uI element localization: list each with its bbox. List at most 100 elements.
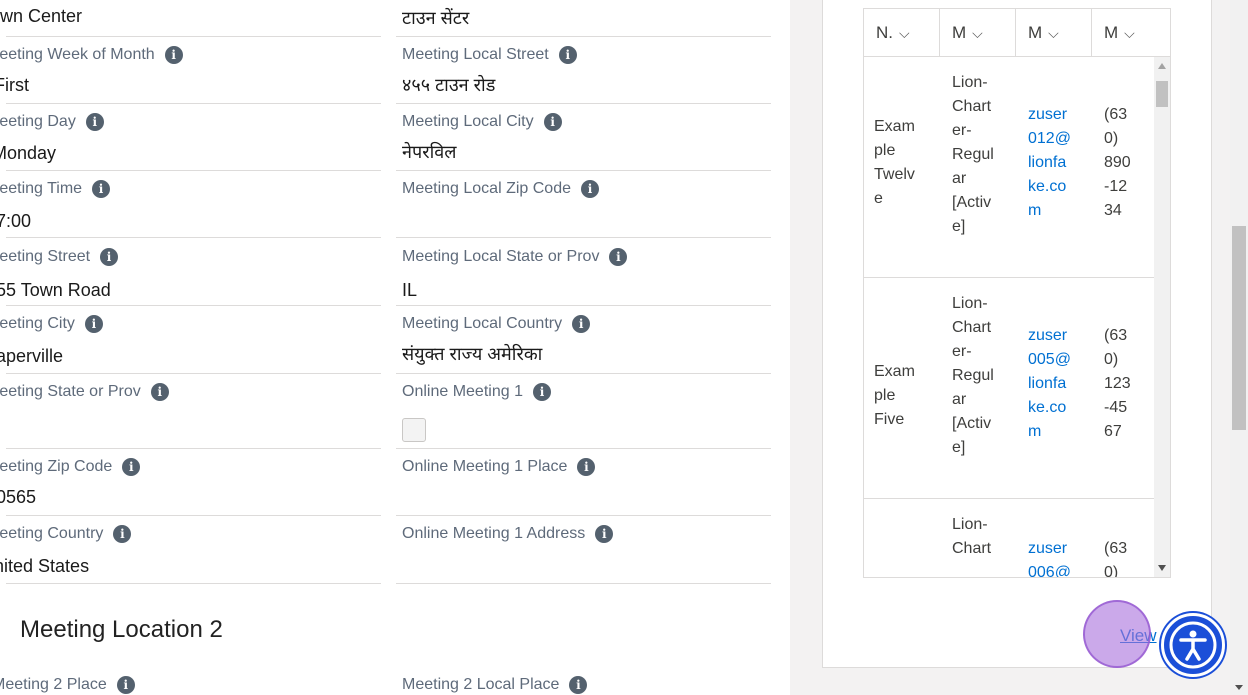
field-value: ४५५ टाउन रोड bbox=[402, 75, 496, 95]
cell-email-link[interactable]: zuser 006@ bbox=[1028, 537, 1071, 577]
page-scroll-down-icon[interactable] bbox=[1235, 685, 1243, 690]
field-online-meeting-1: Online Meeting 1i bbox=[396, 374, 771, 449]
field-meeting-week-of-month: Meeting Week of Monthi First bbox=[0, 37, 381, 104]
table-row: Exam ple Five Lion- Chart er- Regul ar [… bbox=[864, 278, 1156, 499]
field-value: 55 Town Road bbox=[0, 280, 111, 300]
info-icon[interactable]: i bbox=[92, 180, 111, 198]
info-icon[interactable]: i bbox=[116, 676, 135, 694]
page-scroll-thumb[interactable] bbox=[1232, 226, 1246, 430]
field-online-meeting-1-place: Online Meeting 1 Place i bbox=[396, 449, 771, 516]
field-town-center: own Center bbox=[0, 0, 381, 37]
field-value: Monday bbox=[0, 143, 57, 163]
field-meeting-local-state-or-prov: Meeting Local State or Prov i IL bbox=[396, 238, 771, 306]
field-label: Meeting Dayi bbox=[0, 113, 104, 131]
field-label: Meeting Local Zip Code i bbox=[402, 180, 599, 198]
chevron-down-icon[interactable]: ⌵ bbox=[1124, 25, 1135, 42]
field-label: Meeting Countryi bbox=[0, 525, 132, 543]
record-detail-panel: own Center Meeting Week of Monthi First … bbox=[0, 0, 790, 695]
field-meeting-state-or-prov: Meeting State or Prov i bbox=[0, 374, 381, 449]
column-header-name[interactable]: N. ⌵ bbox=[864, 9, 940, 57]
field-value: 7:00 bbox=[0, 211, 32, 231]
info-icon[interactable]: i bbox=[164, 46, 183, 64]
table-scrollbar[interactable] bbox=[1154, 57, 1170, 577]
cell-membership: Lion- Chart er- Regul ar [Activ e] bbox=[952, 295, 994, 456]
info-icon[interactable]: i bbox=[572, 315, 591, 333]
field-value: टाउन सेंटर bbox=[402, 8, 470, 28]
field-label: Meeting Local Street i bbox=[402, 46, 577, 64]
field-label: Meeting Local Country i bbox=[402, 315, 591, 333]
cell-email-link[interactable]: zuser 012@ lionfa ke.co m bbox=[1028, 103, 1071, 223]
cell-membership: Lion- Chart bbox=[952, 516, 992, 557]
field-value: nited States bbox=[0, 556, 90, 576]
column-header-phone[interactable]: M ⌵ bbox=[1092, 9, 1168, 57]
field-label: Online Meeting 1i bbox=[402, 383, 551, 401]
click-indicator bbox=[1083, 600, 1151, 668]
field-meeting-local-street: Meeting Local Street i ४५५ टाउन रोड bbox=[396, 37, 771, 104]
field-meeting-local-zip-code: Meeting Local Zip Code i bbox=[396, 171, 771, 238]
field-value: First bbox=[0, 75, 29, 95]
cell-phone: (63 0) bbox=[1104, 540, 1128, 578]
field-meeting-day: Meeting Dayi Monday bbox=[0, 104, 381, 171]
info-icon[interactable]: i bbox=[595, 525, 614, 543]
cell-phone: (63 0) 123 -45 67 bbox=[1104, 327, 1131, 440]
field-meeting-time: Meeting Timei 7:00 bbox=[0, 171, 381, 238]
info-icon[interactable]: i bbox=[569, 676, 588, 694]
info-icon[interactable]: i bbox=[609, 248, 628, 266]
field-label-meeting-2-local-place: Meeting 2 Local Place i bbox=[402, 676, 588, 694]
info-icon[interactable]: i bbox=[577, 458, 596, 476]
accessibility-icon bbox=[1169, 621, 1217, 669]
field-meeting-city: Meeting Cityi aperville bbox=[0, 306, 381, 374]
related-members-table: N. ⌵ M ⌵ M ⌵ M ⌵ Exam ple Twelv e Lion- Char… bbox=[863, 8, 1171, 578]
scroll-thumb[interactable] bbox=[1156, 81, 1168, 107]
cell-email-link[interactable]: zuser 005@ lionfa ke.co m bbox=[1028, 324, 1071, 444]
field-meeting-local-country: Meeting Local Country i संयुक्त राज्य अमे… bbox=[396, 306, 771, 374]
field-value: नेपरविल bbox=[402, 142, 457, 162]
table-row: Exam ple Twelv e Lion- Chart er- Regul a… bbox=[864, 57, 1156, 278]
info-icon[interactable]: i bbox=[580, 180, 599, 198]
field-value: IL bbox=[402, 280, 418, 300]
cell-membership: Lion- Chart er- Regul ar [Activ e] bbox=[952, 74, 994, 235]
cell-name: Exam ple Five bbox=[874, 363, 915, 428]
field-value: own Center bbox=[0, 6, 83, 26]
scroll-down-icon[interactable] bbox=[1158, 565, 1166, 571]
info-icon[interactable]: i bbox=[84, 315, 103, 333]
field-label: Meeting Timei bbox=[0, 180, 111, 198]
chevron-down-icon[interactable]: ⌵ bbox=[972, 25, 983, 42]
info-icon[interactable]: i bbox=[558, 46, 577, 64]
info-icon[interactable]: i bbox=[122, 458, 141, 476]
scroll-up-icon[interactable] bbox=[1158, 63, 1166, 69]
field-label: Meeting Week of Month i bbox=[0, 46, 183, 64]
page-scrollbar[interactable] bbox=[1230, 0, 1248, 695]
chevron-down-icon[interactable]: ⌵ bbox=[899, 25, 910, 42]
field-value: aperville bbox=[0, 346, 64, 366]
cell-name: Exam ple Twelv e bbox=[874, 118, 915, 207]
info-icon[interactable]: i bbox=[113, 525, 132, 543]
field-meeting-zip-code: Meeting Zip Codei 0565 bbox=[0, 449, 381, 516]
info-icon[interactable]: i bbox=[532, 383, 551, 401]
field-label: Meeting Zip Codei bbox=[0, 458, 141, 476]
accessibility-button[interactable] bbox=[1161, 613, 1225, 677]
field-meeting-local-city: Meeting Local City i नेपरविल bbox=[396, 104, 771, 171]
field-label: Online Meeting 1 Address i bbox=[402, 525, 614, 543]
chevron-down-icon[interactable]: ⌵ bbox=[1048, 25, 1059, 42]
field-value: संयुक्त राज्य अमेरिका bbox=[402, 344, 543, 364]
field-online-meeting-1-address: Online Meeting 1 Address i bbox=[396, 516, 771, 584]
field-meeting-country: Meeting Countryi nited States bbox=[0, 516, 381, 584]
info-icon[interactable]: i bbox=[150, 383, 169, 401]
info-icon[interactable]: i bbox=[543, 113, 562, 131]
field-label: Meeting Local State or Prov i bbox=[402, 248, 628, 266]
field-label: Meeting Cityi bbox=[0, 315, 103, 333]
field-value: 0565 bbox=[0, 487, 37, 507]
column-header-membership[interactable]: M ⌵ bbox=[940, 9, 1016, 57]
section-title-meeting-location-2: Meeting Location 2 bbox=[20, 616, 223, 643]
info-icon[interactable]: i bbox=[85, 113, 104, 131]
field-label: Meeting State or Prov i bbox=[0, 383, 169, 401]
column-header-email[interactable]: M ⌵ bbox=[1016, 9, 1092, 57]
table-header: N. ⌵ M ⌵ M ⌵ M ⌵ bbox=[864, 9, 1170, 57]
field-label-meeting-2-place: Meeting 2 Place i bbox=[0, 676, 135, 694]
field-label: Online Meeting 1 Place i bbox=[402, 458, 596, 476]
cell-phone: (63 0) 890 -12 34 bbox=[1104, 106, 1131, 219]
online-meeting-1-checkbox[interactable] bbox=[402, 418, 426, 442]
info-icon[interactable]: i bbox=[100, 248, 119, 266]
field-label: Meeting Streeti bbox=[0, 248, 119, 266]
